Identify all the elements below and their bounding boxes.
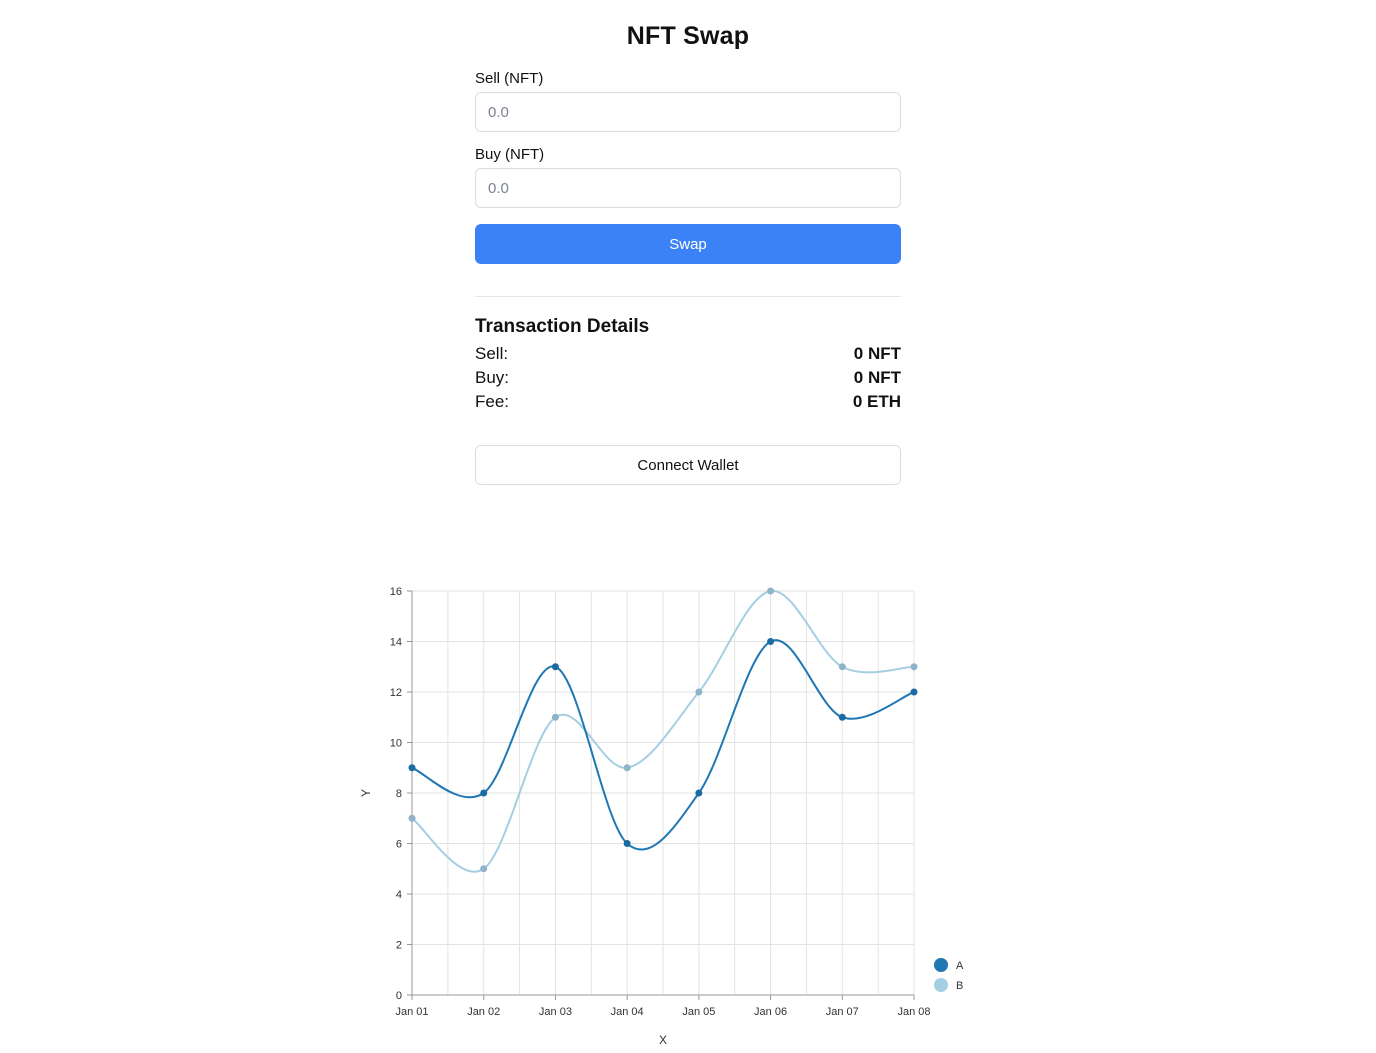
buy-input[interactable] <box>475 168 901 208</box>
data-point-a <box>408 764 416 772</box>
legend-label: A <box>956 960 964 972</box>
x-tick-label: Jan 06 <box>754 1006 787 1018</box>
x-tick-label: Jan 01 <box>395 1006 428 1018</box>
sell-input[interactable] <box>475 92 901 132</box>
swap-button[interactable]: Swap <box>475 224 901 264</box>
detail-label: Buy: <box>475 368 510 387</box>
x-tick-label: Jan 04 <box>611 1006 644 1018</box>
x-tick-label: Jan 07 <box>826 1006 859 1018</box>
divider <box>475 296 901 297</box>
x-tick-label: Jan 08 <box>897 1006 930 1018</box>
y-axis-title: Y <box>359 789 373 797</box>
detail-row-buy: Buy: 0 NFT <box>475 368 901 390</box>
data-point-a <box>910 688 918 696</box>
y-tick-label: 10 <box>390 738 402 750</box>
detail-row-sell: Sell: 0 NFT <box>475 344 901 366</box>
buy-label: Buy (NFT) <box>475 146 545 163</box>
detail-value: 0 NFT <box>853 368 901 387</box>
page-title: NFT Swap <box>626 22 750 50</box>
legend-marker <box>934 958 948 972</box>
data-point-a <box>695 789 703 797</box>
data-point-a <box>838 713 846 721</box>
detail-value: 0 NFT <box>853 344 901 363</box>
data-point-a <box>480 789 488 797</box>
data-point-b <box>910 663 918 671</box>
data-point-b <box>767 587 775 595</box>
sell-label: Sell (NFT) <box>475 70 544 87</box>
x-tick-label: Jan 03 <box>539 1006 572 1018</box>
y-tick-label: 8 <box>396 788 402 800</box>
data-point-b <box>408 814 416 822</box>
line-chart: 0 2 4 6 8 10 12 14 16 Jan 01 Jan 02 Jan 03 Jan 04 Jan… <box>359 586 964 1047</box>
data-point-b <box>838 663 846 671</box>
y-tick-label: 14 <box>390 637 402 649</box>
data-point-b <box>551 713 559 721</box>
x-axis-title: X <box>659 1033 667 1047</box>
x-tick-label: Jan 05 <box>682 1006 715 1018</box>
y-tick-label: 0 <box>396 990 402 1002</box>
transaction-details-title: Transaction Details <box>475 316 650 337</box>
detail-label: Fee: <box>475 392 510 411</box>
x-tick-label: Jan 02 <box>467 1006 500 1018</box>
y-tick-label: 16 <box>390 586 402 598</box>
detail-row-fee: Fee: 0 ETH <box>475 392 901 414</box>
data-point-a <box>767 638 775 645</box>
data-point-b <box>695 688 703 696</box>
detail-label: Sell: <box>475 344 509 363</box>
data-point-a <box>551 663 559 671</box>
chart-grid <box>411 590 915 996</box>
data-point-a <box>623 840 631 847</box>
y-tick-label: 12 <box>390 687 402 699</box>
y-tick-label: 6 <box>396 839 402 851</box>
legend-marker <box>934 978 948 992</box>
detail-value: 0 ETH <box>852 392 901 411</box>
legend-label: B <box>956 980 963 992</box>
y-tick-label: 2 <box>396 940 402 952</box>
data-point-b <box>480 865 488 873</box>
data-point-b <box>623 764 631 772</box>
chart-legend: AB <box>934 958 964 992</box>
y-tick-label: 4 <box>396 889 402 901</box>
connect-wallet-button[interactable]: Connect Wallet <box>475 445 901 485</box>
chart-axes: 0 2 4 6 8 10 12 14 16 Jan 01 Jan 02 Jan 03 Jan 04 Jan… <box>390 586 931 1018</box>
